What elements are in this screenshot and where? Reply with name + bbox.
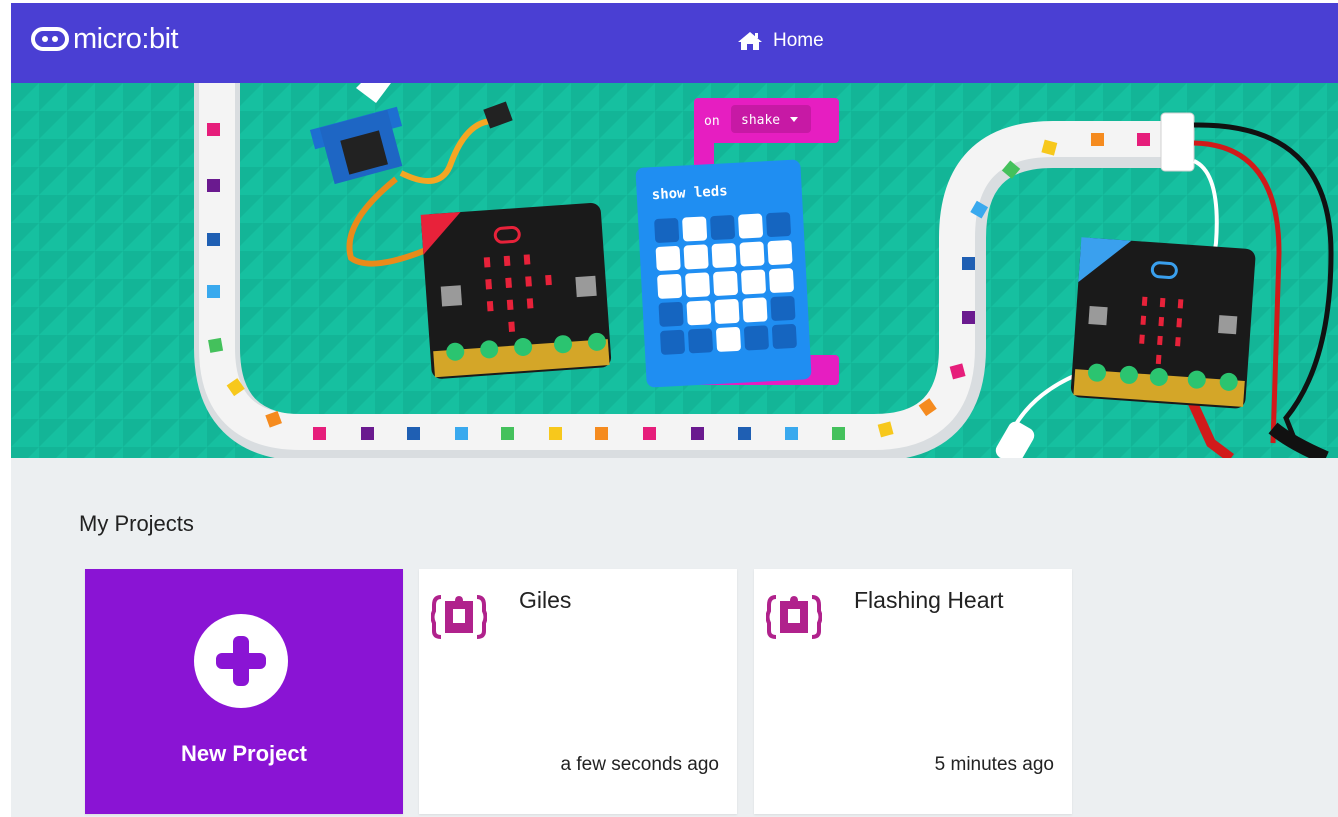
project-modified: a few seconds ago <box>560 754 719 775</box>
project-name: Giles <box>519 587 572 613</box>
new-project-card[interactable]: New Project <box>85 569 403 814</box>
puzzle-piece-icon <box>431 595 487 639</box>
puzzle-piece-icon <box>766 595 822 639</box>
my-projects-heading: My Projects <box>79 511 194 536</box>
brand-name: micro:bit <box>73 23 179 55</box>
hero-banner: on shake show leds <box>11 83 1338 458</box>
home-label: Home <box>773 30 824 51</box>
microbit-board-left <box>420 202 612 379</box>
block-event: shake <box>741 113 780 128</box>
hero-illustration: on shake show leds <box>11 83 1338 458</box>
app-frame: micro:bit Home on shake show leds My Pro… <box>11 3 1338 817</box>
new-project-label: New Project <box>181 741 307 766</box>
microbit-logo-icon <box>31 27 69 51</box>
top-bar: micro:bit Home <box>11 3 1338 83</box>
project-card[interactable]: Giles a few seconds ago <box>419 569 737 814</box>
microbit-board-right <box>1070 237 1256 409</box>
project-modified: 5 minutes ago <box>934 754 1054 775</box>
project-card[interactable]: Flashing Heart 5 minutes ago <box>754 569 1072 814</box>
home-icon <box>738 32 762 50</box>
home-button[interactable]: Home <box>737 30 824 52</box>
microbit-logo[interactable]: micro:bit <box>31 23 179 55</box>
project-name: Flashing Heart <box>854 587 1004 613</box>
plus-icon <box>194 614 288 708</box>
block-on: on <box>704 114 720 129</box>
